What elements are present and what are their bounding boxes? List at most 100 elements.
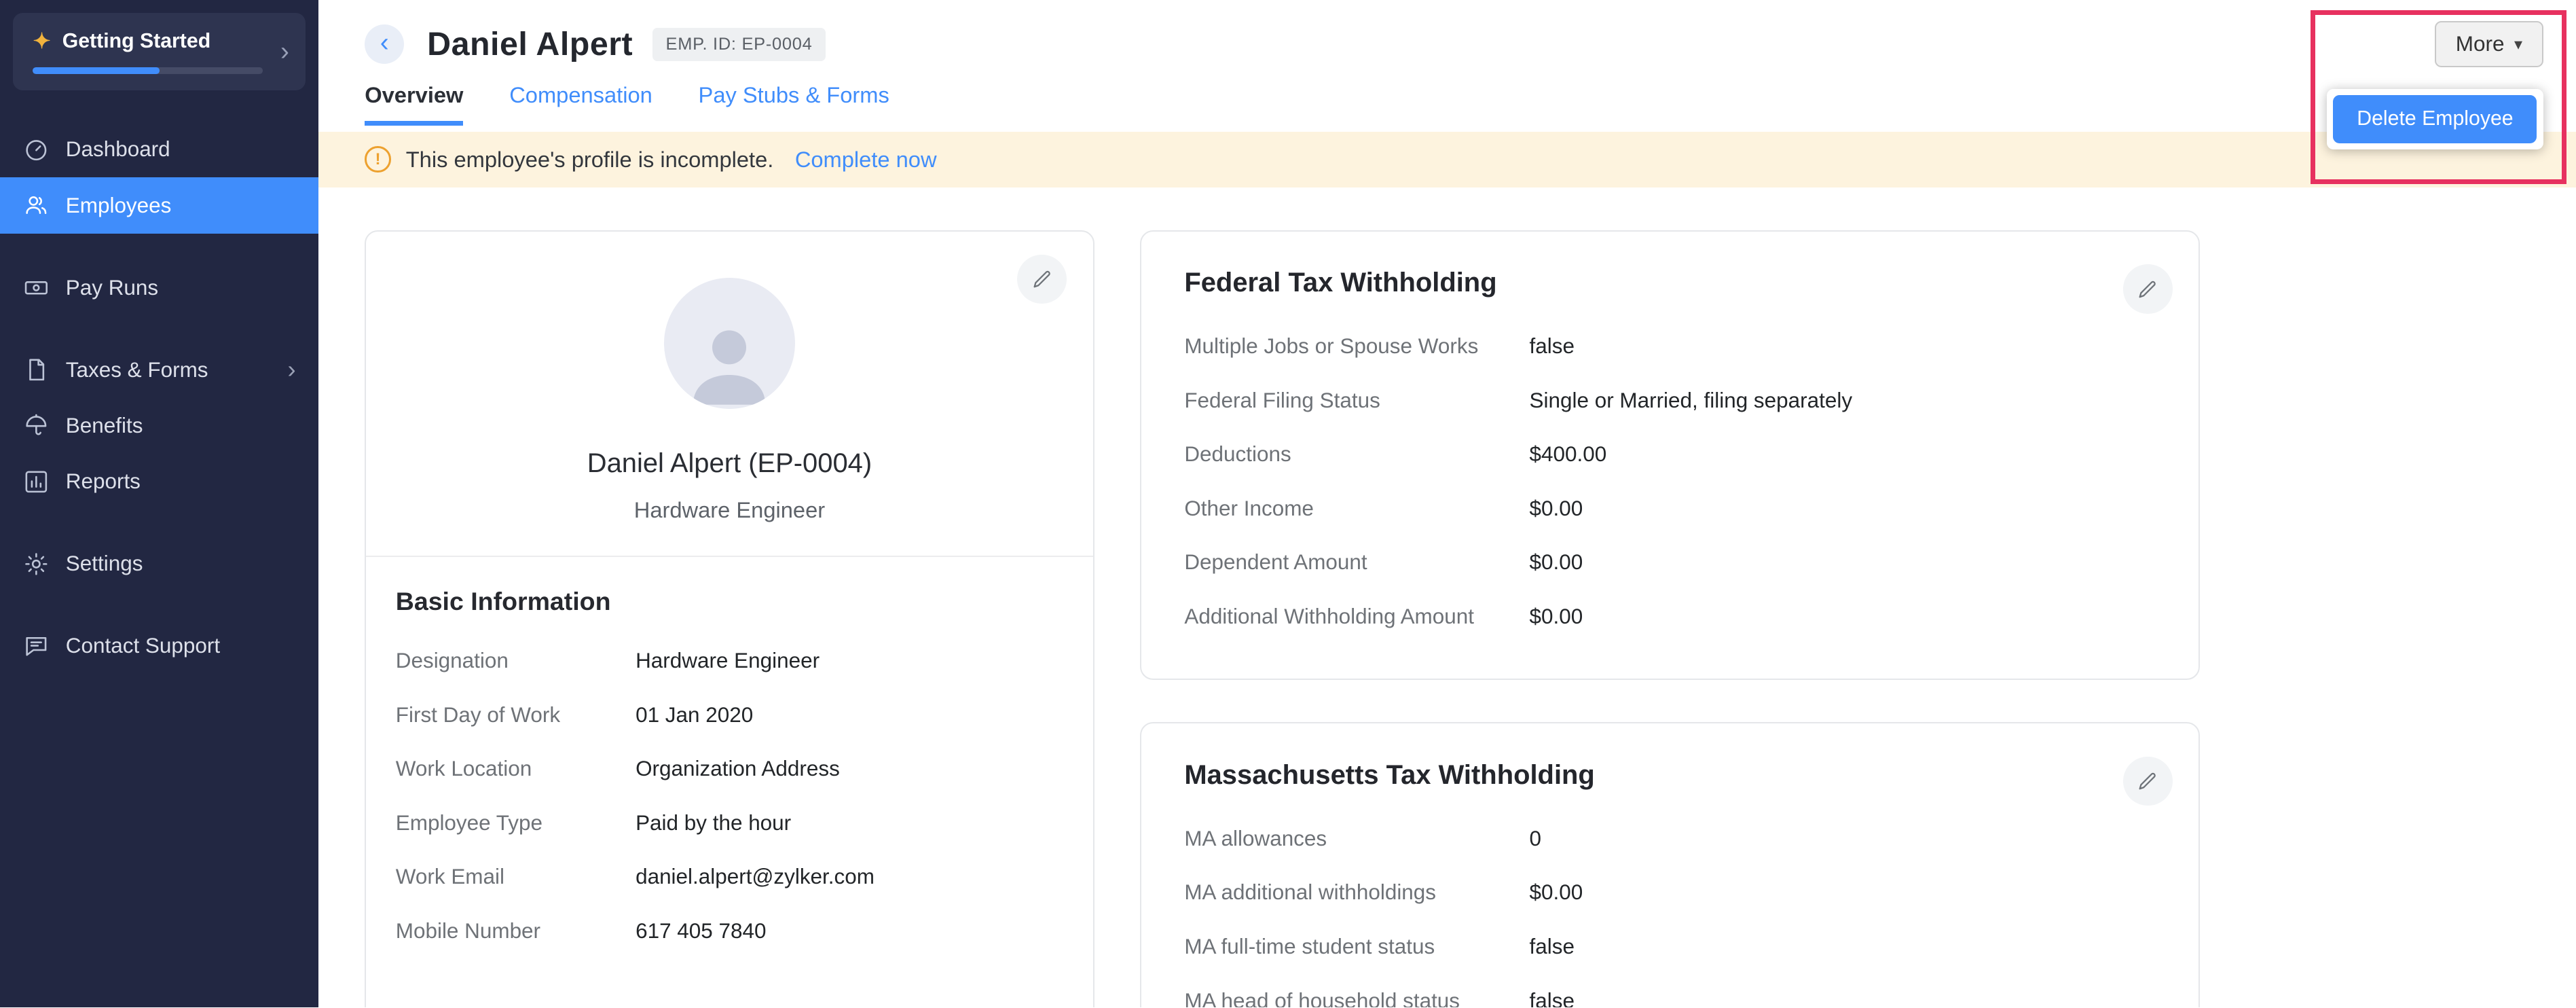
sidebar-item-taxes-forms[interactable]: Taxes & Forms › <box>0 342 318 397</box>
main-panel: ‹ Daniel Alpert EMP. ID: EP-0004 More ▾ … <box>318 0 2576 1008</box>
page-header: ‹ Daniel Alpert EMP. ID: EP-0004 <box>318 0 2576 72</box>
settings-icon <box>23 551 50 577</box>
taxes-forms-icon <box>23 357 50 383</box>
basic-information-section: Basic Information Designation Hardware E… <box>366 557 1092 983</box>
getting-started-progress-fill <box>33 67 160 74</box>
employee-name: Daniel Alpert (EP-0004) <box>587 448 872 479</box>
field-label: Federal Filing Status <box>1184 388 1380 412</box>
sidebar-item-label: Benefits <box>65 413 143 437</box>
card-title: Federal Tax Withholding <box>1184 267 1497 298</box>
contact-support-icon <box>23 633 50 660</box>
tab-compensation[interactable]: Compensation <box>509 82 652 121</box>
app-window: ✦ Getting Started › Dashboard Employees <box>0 0 2576 1008</box>
field-row: Other Income $0.00 <box>1184 497 2156 521</box>
field-value: $0.00 <box>1529 880 1583 905</box>
field-row: Additional Withholding Amount $0.00 <box>1184 605 2156 629</box>
field-row: Designation Hardware Engineer <box>396 649 1063 673</box>
field-row: Work Email daniel.alpert@zylker.com <box>396 865 1063 889</box>
field-row: Federal Filing Status Single or Married,… <box>1184 389 2156 413</box>
getting-started-card[interactable]: ✦ Getting Started › <box>13 13 306 91</box>
edit-profile-button[interactable] <box>1017 254 1067 304</box>
field-value: 0 <box>1529 826 1542 850</box>
benefits-icon <box>23 412 50 439</box>
field-value: $0.00 <box>1529 604 1583 628</box>
sidebar-item-settings[interactable]: Settings <box>0 536 318 592</box>
banner-message: This employee's profile is incomplete. <box>405 146 774 172</box>
edit-state-tax-button[interactable] <box>2123 756 2173 806</box>
sidebar-item-label: Pay Runs <box>65 275 159 300</box>
employees-icon <box>23 192 50 219</box>
federal-tax-withholding-card: Federal Tax Withholding Multiple Jobs or… <box>1140 230 2201 680</box>
employee-designation: Hardware Engineer <box>633 497 826 522</box>
sidebar-item-reports[interactable]: Reports <box>0 454 318 509</box>
edit-federal-tax-button[interactable] <box>2123 264 2173 314</box>
field-row: Deductions $400.00 <box>1184 442 2156 467</box>
pencil-icon <box>2139 773 2156 790</box>
more-button[interactable]: More ▾ <box>2434 21 2544 68</box>
header-actions: More ▾ Delete Employee <box>2326 21 2544 150</box>
field-value: false <box>1529 334 1575 359</box>
sparkle-icon: ✦ <box>33 29 51 53</box>
page-title: Daniel Alpert <box>427 26 633 63</box>
getting-started-progress-track <box>33 67 263 74</box>
field-value: $400.00 <box>1529 442 1607 467</box>
field-row: MA allowances 0 <box>1184 827 2156 851</box>
person-icon <box>693 330 766 405</box>
pencil-icon <box>2139 281 2156 298</box>
field-label: Deductions <box>1184 442 1291 467</box>
incomplete-profile-banner: ! This employee's profile is incomplete.… <box>318 131 2576 187</box>
field-row: MA additional withholdings $0.00 <box>1184 880 2156 905</box>
field-label: Work Location <box>395 757 532 781</box>
getting-started-label: Getting Started <box>62 29 211 52</box>
field-label: Employee Type <box>395 810 542 835</box>
field-value: daniel.alpert@zylker.com <box>636 865 875 889</box>
dashboard-icon <box>23 137 50 163</box>
field-value: $0.00 <box>1529 550 1583 575</box>
sidebar-item-label: Dashboard <box>65 137 170 162</box>
tab-pay-stubs-forms[interactable]: Pay Stubs & Forms <box>699 82 889 121</box>
pencil-icon <box>1033 270 1050 288</box>
sidebar-item-dashboard[interactable]: Dashboard <box>0 122 318 177</box>
field-label: Additional Withholding Amount <box>1184 604 1474 628</box>
right-column: Federal Tax Withholding Multiple Jobs or… <box>1140 230 2201 1008</box>
field-label: MA additional withholdings <box>1184 880 1437 905</box>
field-label: MA allowances <box>1184 826 1327 850</box>
chevron-left-icon: ‹ <box>380 27 389 57</box>
sidebar-item-contact-support[interactable]: Contact Support <box>0 618 318 674</box>
field-label: Mobile Number <box>395 918 541 943</box>
field-value: false <box>1529 988 1575 1008</box>
avatar <box>663 277 796 410</box>
field-row: Multiple Jobs or Spouse Works false <box>1184 334 2156 359</box>
field-label: Work Email <box>395 865 504 889</box>
field-label: First Day of Work <box>395 702 561 727</box>
field-value: Organization Address <box>636 757 840 781</box>
field-value: 617 405 7840 <box>636 918 767 943</box>
field-value: false <box>1529 935 1575 959</box>
back-button[interactable]: ‹ <box>365 24 405 65</box>
tab-overview[interactable]: Overview <box>365 82 464 126</box>
field-row: Dependent Amount $0.00 <box>1184 550 2156 575</box>
field-label: Multiple Jobs or Spouse Works <box>1184 334 1479 359</box>
warning-icon: ! <box>365 146 391 173</box>
field-value: Single or Married, filing separately <box>1529 388 1853 412</box>
sidebar-item-label: Contact Support <box>65 634 221 658</box>
tab-bar: Overview Compensation Pay Stubs & Forms <box>318 82 2576 132</box>
pay-runs-icon <box>23 274 50 301</box>
sidebar-item-employees[interactable]: Employees <box>0 177 319 234</box>
sidebar-item-label: Reports <box>65 469 141 494</box>
sidebar-nav: Dashboard Employees Pay Runs Taxes & For… <box>0 122 319 674</box>
delete-employee-button[interactable]: Delete Employee <box>2333 95 2537 143</box>
sidebar-item-pay-runs[interactable]: Pay Runs <box>0 259 318 315</box>
field-value: 01 Jan 2020 <box>636 702 754 727</box>
field-label: Dependent Amount <box>1184 550 1367 575</box>
more-dropdown: Delete Employee <box>2326 88 2544 150</box>
massachusetts-tax-withholding-card: Massachusetts Tax Withholding MA allowan… <box>1140 722 2201 1008</box>
sidebar-item-benefits[interactable]: Benefits <box>0 398 318 454</box>
field-row: Employee Type Paid by the hour <box>396 811 1063 835</box>
chevron-right-icon: › <box>287 355 296 384</box>
complete-now-link[interactable]: Complete now <box>795 147 937 173</box>
content-area: Daniel Alpert (EP-0004) Hardware Enginee… <box>318 187 2576 1008</box>
field-row: MA head of household status false <box>1184 989 2156 1008</box>
card-title: Massachusetts Tax Withholding <box>1184 759 1595 790</box>
field-value: Paid by the hour <box>636 810 792 835</box>
